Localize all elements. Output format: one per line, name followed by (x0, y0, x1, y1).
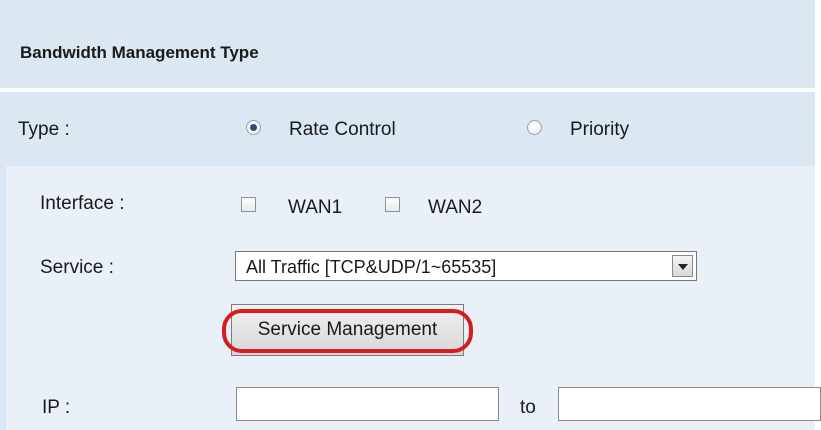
wan2-label[interactable]: WAN2 (428, 197, 482, 219)
type-row (0, 92, 815, 160)
ip-to-label: to (520, 397, 536, 418)
service-label: Service : (40, 257, 114, 278)
interface-label: Interface : (40, 193, 125, 214)
bandwidth-management-page: Bandwidth Management Type Type : Rate Co… (0, 0, 821, 430)
chevron-down-icon[interactable] (672, 255, 693, 277)
ip-from-input[interactable] (236, 387, 499, 421)
ip-label: IP : (42, 397, 71, 418)
ip-to-input[interactable] (558, 387, 821, 421)
priority-label[interactable]: Priority (570, 119, 629, 141)
wan1-checkbox[interactable] (241, 197, 256, 212)
section-title: Bandwidth Management Type (20, 43, 259, 62)
priority-radio[interactable] (527, 120, 542, 135)
rate-control-label[interactable]: Rate Control (289, 119, 396, 141)
service-select-value: All Traffic [TCP&UDP/1~65535] (246, 257, 497, 277)
service-management-button[interactable]: Service Management (231, 304, 464, 356)
type-label: Type : (18, 119, 70, 140)
wan1-label[interactable]: WAN1 (288, 197, 342, 219)
rate-control-radio[interactable] (246, 120, 261, 135)
service-select[interactable]: All Traffic [TCP&UDP/1~65535] (235, 251, 697, 281)
wan2-checkbox[interactable] (385, 197, 400, 212)
